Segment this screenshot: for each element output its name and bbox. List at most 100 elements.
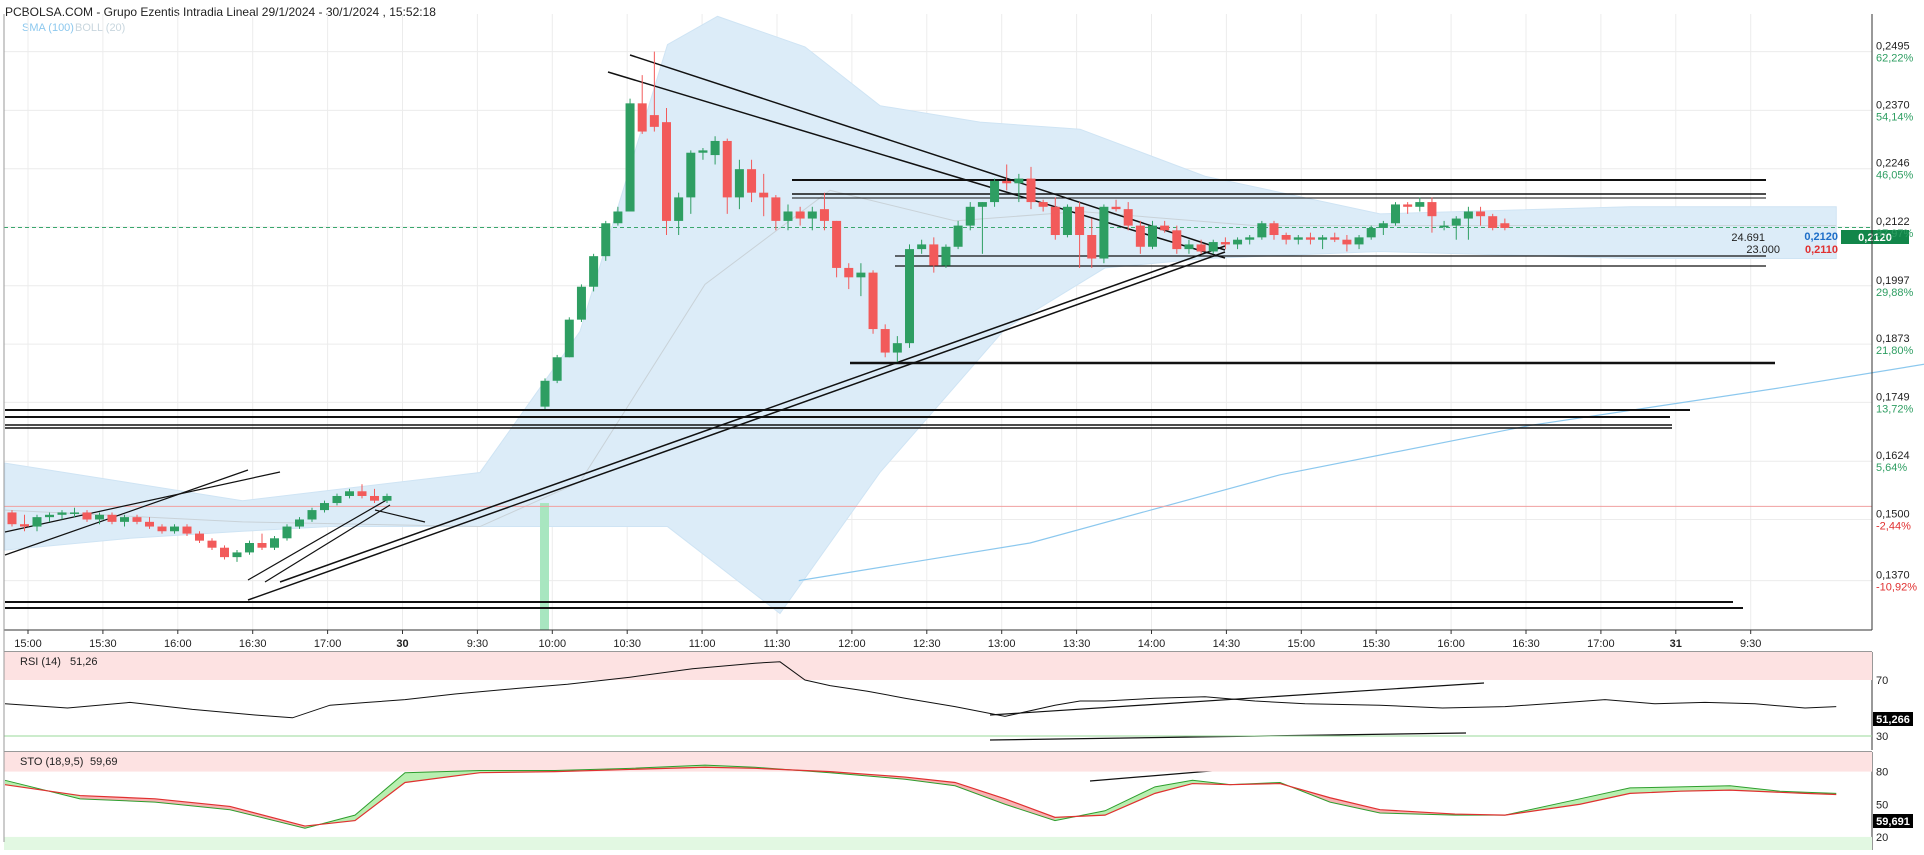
volume-tag-1: 24.691 [1731, 232, 1765, 244]
candle-body-8 [107, 514, 117, 522]
x-tick-4: 17:00 [314, 638, 342, 650]
candle-body-110 [1500, 223, 1510, 228]
candle-body-3 [45, 514, 54, 518]
candle-body-60 [892, 343, 902, 353]
candle-body-7 [95, 514, 104, 520]
candle-body-56 [844, 267, 854, 278]
candle-body-94 [1305, 237, 1315, 240]
sto-d-line [4, 766, 1837, 827]
candle-body-32 [552, 357, 562, 381]
rsi-badge-label: 51,266 [1876, 714, 1910, 726]
pct-tick-1: 54,14% [1876, 111, 1914, 123]
candle-body-25 [320, 503, 329, 511]
x-tick-6: 9:30 [467, 638, 488, 650]
candle-body-89 [1245, 237, 1255, 240]
candle-body-63 [929, 244, 939, 266]
candle-body-101 [1391, 204, 1400, 224]
candle-body-16 [207, 540, 217, 548]
candle-body-76 [1087, 235, 1097, 259]
candle-body-53 [807, 211, 817, 219]
price-tick-6: 0,1749 [1876, 391, 1910, 403]
pct-tick-7: 5,64% [1876, 462, 1907, 474]
rsi-label: RSI (14) [20, 656, 61, 668]
candle-body-43 [686, 152, 696, 198]
candle-body-39 [637, 103, 647, 132]
candle-body-82 [1160, 225, 1170, 231]
candle-body-65 [953, 225, 963, 247]
candle-body-74 [1062, 206, 1072, 236]
candle-body-18 [232, 552, 242, 558]
candle-body-106 [1451, 218, 1461, 226]
x-tick-23: 9:30 [1740, 638, 1761, 650]
candle-body-49 [759, 192, 769, 198]
candle-body-12 [157, 526, 167, 532]
candle-body-70 [1014, 178, 1024, 184]
candle-body-98 [1354, 237, 1364, 245]
candle-body-26 [332, 495, 342, 504]
candle-body-9 [120, 517, 129, 522]
pct-tick-5: 21,80% [1876, 345, 1914, 357]
rsi-overbought-zone [4, 652, 1872, 680]
price-tick-2: 0,2246 [1876, 158, 1910, 170]
candle-body-30 [382, 495, 392, 501]
candle-body-10 [132, 517, 142, 522]
candle-body-95 [1318, 237, 1328, 240]
x-tick-22: 31 [1670, 638, 1682, 650]
x-tick-18: 15:30 [1362, 638, 1390, 650]
candle-body-109 [1488, 216, 1498, 228]
price-tick-1: 0,2370 [1876, 99, 1910, 111]
sto-fill-26 [1580, 787, 1630, 805]
x-tick-20: 16:30 [1512, 638, 1540, 650]
volume-tag-2: 23.000 [1746, 244, 1780, 256]
candle-body-48 [747, 169, 757, 193]
candle-body-107 [1463, 211, 1473, 219]
x-tick-16: 14:30 [1213, 638, 1241, 650]
candle-body-96 [1330, 237, 1340, 240]
candle-body-35 [589, 256, 599, 287]
candle-body-93 [1293, 237, 1303, 240]
legend-sma: SMA (100) [22, 22, 74, 34]
candle-body-38 [625, 103, 635, 212]
pct-tick-2: 46,05% [1876, 170, 1914, 182]
sto-low-zone [4, 836, 1872, 850]
candle-body-85 [1196, 244, 1206, 252]
chart-canvas: PCBOLSA.COM - Grupo Ezentis Intradia Lin… [3, 5, 1924, 850]
candle-body-11 [145, 521, 154, 527]
pct-tick-9: -10,92% [1876, 582, 1917, 594]
candle-body-100 [1378, 223, 1388, 228]
candle-body-21 [270, 538, 279, 548]
sto-panel: 80 50 20 59,691 STO (18,9,5) 59,69 [4, 751, 1913, 850]
x-tick-3: 16:30 [239, 638, 267, 650]
candle-body-17 [220, 547, 229, 558]
sto-fill-17 [1105, 786, 1155, 816]
candle-body-47 [734, 169, 744, 198]
candle-body-81 [1148, 225, 1157, 247]
x-tick-19: 16:00 [1437, 638, 1465, 650]
x-tick-8: 10:30 [613, 638, 641, 650]
open-marker-bar [540, 503, 549, 630]
sto-label: STO (18,9,5) [20, 756, 83, 768]
time-axis: 15:00 15:30 16:00 16:30 17:00 30 9:30 10:00 10:3… [14, 630, 1761, 650]
x-tick-5: 30 [396, 638, 408, 650]
candle-body-83 [1172, 230, 1182, 250]
pct-tick-4: 29,88% [1876, 287, 1914, 299]
candle-body-69 [1002, 180, 1012, 184]
candle-body-54 [819, 209, 829, 221]
candle-body-42 [674, 197, 684, 221]
pct-tick-3: 37,97% [1876, 228, 1914, 240]
candle-body-87 [1220, 242, 1230, 245]
candle-body-104 [1427, 202, 1437, 217]
candle-body-46 [722, 140, 732, 198]
candle-body-66 [965, 206, 975, 226]
candle-body-61 [905, 249, 914, 344]
chart-title: PCBOLSA.COM - Grupo Ezentis Intradia Lin… [5, 5, 436, 19]
price-tick-4: 0,1997 [1876, 275, 1910, 287]
candle-body-52 [795, 211, 805, 219]
candle-body-57 [856, 272, 866, 278]
candle-body-72 [1038, 202, 1048, 207]
sto-value: 59,69 [90, 756, 118, 768]
candle-body-108 [1476, 211, 1486, 217]
candle-body-105 [1439, 225, 1449, 228]
x-tick-12: 12:30 [913, 638, 941, 650]
candle-body-40 [649, 115, 659, 127]
